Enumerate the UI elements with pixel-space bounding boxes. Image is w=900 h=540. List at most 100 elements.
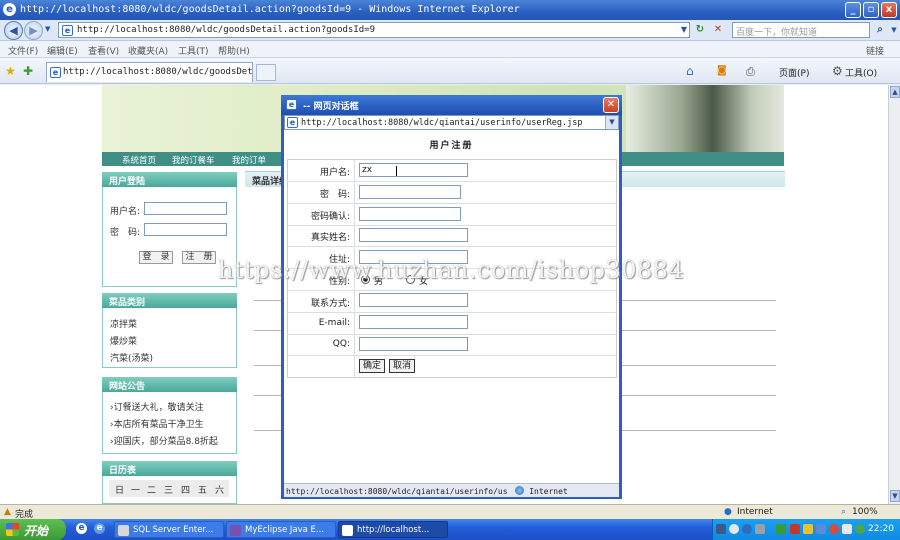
- search-options-icon[interactable]: ▼: [887, 23, 900, 37]
- login-username-input[interactable]: [144, 202, 227, 215]
- register-button[interactable]: 注 册: [182, 251, 216, 264]
- form-row-divider: [287, 203, 617, 204]
- tray-stop-icon[interactable]: [829, 524, 839, 534]
- password-confirm-input[interactable]: [359, 207, 461, 221]
- feeds-icon[interactable]: ◙: [717, 65, 727, 76]
- tools-menu[interactable]: 工具(O): [845, 66, 877, 79]
- username-input[interactable]: zx: [359, 163, 468, 177]
- menu-edit[interactable]: 编辑(E): [47, 44, 78, 57]
- form-row-divider: [287, 225, 617, 226]
- password-input[interactable]: [359, 185, 461, 199]
- menu-links[interactable]: 链接: [866, 44, 884, 57]
- login-button[interactable]: 登 录: [139, 251, 173, 264]
- cancel-button[interactable]: 取消: [389, 359, 415, 373]
- back-button[interactable]: ◀: [4, 21, 23, 40]
- calendar-day: 五: [198, 486, 208, 496]
- dialog-url: http://localhost:8080/wldc/qiantai/useri…: [301, 118, 583, 128]
- calendar-day: 四: [181, 486, 191, 496]
- tray-monitor-icon[interactable]: [816, 524, 826, 534]
- status-zone: Internet: [737, 507, 773, 517]
- new-tab-button[interactable]: [256, 64, 276, 81]
- dialog-title: -- 网页对话框: [303, 102, 359, 112]
- vertical-scrollbar[interactable]: ▲ ▼: [888, 85, 900, 504]
- calendar-day: 三: [164, 486, 174, 496]
- menu-favorites[interactable]: 收藏夹(A): [128, 44, 168, 57]
- minimize-button[interactable]: _: [845, 2, 861, 18]
- categories-panel-title: 菜品类别: [102, 293, 237, 308]
- login-password-input[interactable]: [144, 223, 227, 236]
- tab-current[interactable]: e http://localhost:8080/wldc/goodsDetail…: [46, 62, 253, 82]
- address-dropdown-icon[interactable]: ▼: [677, 23, 691, 37]
- menu-bar: 文件(F) 编辑(E) 查看(V) 收藏夹(A) 工具(T) 帮助(H) 链接: [0, 41, 900, 58]
- task-sql-server[interactable]: SQL Server Enter...: [114, 521, 224, 538]
- calendar-day: 一: [131, 486, 141, 496]
- contact-input[interactable]: [359, 293, 468, 307]
- notice-item[interactable]: ›迎国庆，部分菜品8.8折起: [110, 434, 218, 447]
- nav-cart[interactable]: 我的订餐车: [172, 154, 215, 166]
- stop-icon[interactable]: ✕: [711, 23, 725, 37]
- myeclipse-icon: [230, 525, 241, 536]
- tray-device-icon[interactable]: [755, 524, 765, 534]
- notice-item[interactable]: ›本店所有菜品干净卫生: [110, 417, 204, 430]
- watermark: https://www.huzhan.com/ishop30884: [218, 256, 685, 284]
- form-row-divider: [287, 334, 617, 335]
- task-ie[interactable]: http://localhost...: [338, 521, 448, 538]
- menu-help[interactable]: 帮助(H): [218, 44, 250, 57]
- forward-button[interactable]: ▶: [24, 21, 43, 40]
- favorites-star-icon[interactable]: ★: [5, 64, 16, 78]
- history-dropdown-icon[interactable]: ▼: [45, 25, 50, 33]
- maximize-button[interactable]: ▫: [863, 2, 879, 18]
- tray-network-icon[interactable]: [729, 524, 739, 534]
- login-username-label: 用户名:: [110, 207, 141, 217]
- dialog-titlebar: e -- 网页对话框: [281, 95, 622, 115]
- tray-alert-icon[interactable]: [790, 524, 800, 534]
- tray-keyboard-icon[interactable]: [716, 524, 726, 534]
- nav-home[interactable]: 系统首页: [122, 154, 156, 166]
- tray-security-icon[interactable]: [776, 524, 786, 534]
- confirm-button[interactable]: 确定: [359, 359, 385, 373]
- tray-globe-icon[interactable]: [742, 524, 752, 534]
- notice-item[interactable]: ›订餐送大礼，敬请关注: [110, 400, 204, 413]
- menu-view[interactable]: 查看(V): [88, 44, 119, 57]
- menu-tools[interactable]: 工具(T): [178, 44, 209, 57]
- address-url: http://localhost:8080/wldc/goodsDetail.a…: [77, 25, 376, 35]
- sql-server-icon: [118, 525, 129, 536]
- tab-title: http://localhost:8080/wldc/goodsDetail.a…: [63, 67, 253, 77]
- menu-file[interactable]: 文件(F): [8, 44, 38, 57]
- window-titlebar: e http://localhost:8080/wldc/goodsDetail…: [0, 0, 900, 20]
- print-icon[interactable]: ⎙: [746, 65, 755, 79]
- refresh-icon[interactable]: ↻: [693, 23, 707, 37]
- category-item[interactable]: 爆炒菜: [110, 334, 137, 347]
- zoom-icon[interactable]: ⌕: [841, 507, 846, 517]
- tray-volume-icon[interactable]: [842, 524, 852, 534]
- category-item[interactable]: 汽菜(汤菜): [110, 351, 153, 364]
- zoom-level[interactable]: 100%: [852, 507, 878, 517]
- scroll-down-icon[interactable]: ▼: [890, 490, 900, 502]
- search-icon[interactable]: ⌕: [873, 23, 887, 37]
- category-item[interactable]: 凉拌菜: [110, 317, 137, 330]
- realname-input[interactable]: [359, 228, 468, 242]
- task-myeclipse[interactable]: MyEclipse Java E...: [226, 521, 336, 538]
- tray-app-icon[interactable]: [803, 524, 813, 534]
- address-input[interactable]: e http://localhost:8080/wldc/goodsDetail…: [58, 22, 690, 38]
- tools-gear-icon[interactable]: ⚙: [832, 64, 843, 78]
- form-row-divider: [287, 355, 617, 356]
- register-form-title: 用户注册: [429, 141, 474, 151]
- nav-orders[interactable]: 我的订单: [232, 154, 266, 166]
- search-input[interactable]: 百度一下，你就知道: [732, 22, 870, 38]
- page-menu[interactable]: 页面(P): [779, 66, 809, 79]
- close-window-button[interactable]: x: [881, 2, 897, 18]
- dialog-address-dropdown-icon[interactable]: ▼: [605, 116, 618, 129]
- dialog-favicon-icon: e: [287, 117, 298, 128]
- email-input[interactable]: [359, 315, 468, 329]
- ie-task-icon: [342, 525, 353, 536]
- home-icon[interactable]: ⌂: [686, 64, 694, 78]
- qq-input[interactable]: [359, 337, 468, 351]
- scroll-up-icon[interactable]: ▲: [890, 86, 900, 98]
- quicklaunch-browser-icon[interactable]: e: [94, 523, 105, 534]
- taskbar-clock: 22:20: [868, 524, 894, 534]
- dialog-close-button[interactable]: ✕: [603, 97, 619, 113]
- tray-update-icon[interactable]: [855, 524, 865, 534]
- add-favorite-icon[interactable]: ✚: [23, 64, 33, 78]
- quicklaunch-ie-icon[interactable]: e: [76, 523, 87, 534]
